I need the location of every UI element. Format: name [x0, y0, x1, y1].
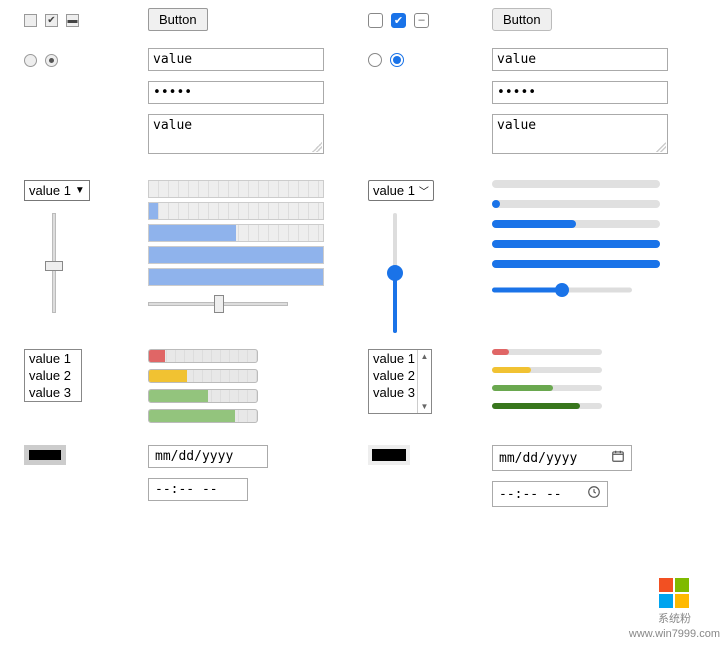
meter-old-green2 [148, 409, 258, 423]
time-input-new[interactable]: --:-- -- [492, 481, 608, 507]
scroll-up-icon[interactable]: ▲ [421, 352, 429, 361]
chevron-down-icon: ﹀ [419, 183, 429, 198]
slider-old-horizontal[interactable] [148, 294, 288, 314]
progress-old-100a [148, 246, 324, 264]
select-new[interactable]: value 1 ﹀ [368, 180, 434, 201]
progress-old-0 [148, 180, 324, 198]
slider-new-horizontal[interactable] [492, 280, 632, 300]
meter-old-yellow [148, 369, 258, 383]
select-new-label: value 1 [373, 183, 415, 198]
meter-old-red [148, 349, 258, 363]
radio-new-selected[interactable] [390, 53, 404, 67]
microsoft-logo-icon [659, 578, 689, 608]
text-input-old[interactable]: value [148, 48, 324, 71]
date-placeholder: mm/dd/yyyy [499, 451, 577, 466]
slider-thumb[interactable] [214, 295, 224, 313]
progress-new-50 [492, 220, 660, 228]
password-input-old[interactable]: ••••• [148, 81, 324, 104]
time-placeholder: --:-- -- [499, 487, 562, 502]
slider-thumb[interactable] [387, 265, 403, 281]
select-old[interactable]: value 1 ▼ [24, 180, 90, 201]
checkbox-new-checked[interactable]: ✔ [391, 13, 406, 28]
slider-fill [492, 288, 562, 293]
watermark-text: 系统粉 [658, 610, 691, 626]
meter-new-yellow [492, 367, 602, 373]
password-input-new[interactable]: ••••• [492, 81, 668, 104]
meter-old-green1 [148, 389, 258, 403]
slider-old-vertical[interactable] [24, 213, 84, 313]
listbox-option[interactable]: value 2 [25, 367, 81, 384]
textarea-old[interactable]: value [148, 114, 324, 154]
progress-old-50 [148, 224, 324, 242]
checkbox-new-unchecked[interactable] [368, 13, 383, 28]
time-input-old[interactable]: --:-- -- [148, 478, 248, 501]
slider-new-vertical[interactable] [380, 213, 410, 333]
button-new[interactable]: Button [492, 8, 552, 31]
date-placeholder: mm/dd/yyyy [155, 449, 233, 464]
meter-new-green1 [492, 385, 602, 391]
radio-old-selected[interactable] [45, 54, 58, 67]
progress-old-100b [148, 268, 324, 286]
listbox-option[interactable]: value 3 [25, 384, 81, 401]
progress-new-100a [492, 240, 660, 248]
textarea-new[interactable]: value [492, 114, 668, 154]
date-input-old[interactable]: mm/dd/yyyy [148, 445, 268, 468]
checkbox-old-checked[interactable]: ✔ [45, 14, 58, 27]
radio-new-unselected[interactable] [368, 53, 382, 67]
progress-old-5 [148, 202, 324, 220]
clock-icon[interactable] [587, 485, 601, 503]
progress-new-5 [492, 200, 660, 208]
select-old-label: value 1 [29, 183, 71, 198]
watermark: 系统粉 www.win7999.com [629, 578, 720, 640]
progress-new-100b [492, 260, 660, 268]
date-input-new[interactable]: mm/dd/yyyy [492, 445, 632, 471]
radio-old-unselected[interactable] [24, 54, 37, 67]
caret-down-icon: ▼ [75, 185, 85, 196]
listbox-option[interactable]: value 1 [25, 350, 81, 367]
slider-fill [393, 273, 397, 333]
watermark-url: www.win7999.com [629, 628, 720, 640]
meter-new-green2 [492, 403, 602, 409]
color-input-old[interactable] [24, 445, 66, 465]
scrollbar[interactable]: ▲ ▼ [417, 350, 431, 413]
slider-thumb[interactable] [555, 283, 569, 297]
listbox-old[interactable]: value 1 value 2 value 3 [24, 349, 82, 402]
checkbox-old-indeterminate[interactable]: ▬ [66, 14, 79, 27]
color-input-new[interactable] [368, 445, 410, 465]
meter-new-red [492, 349, 602, 355]
calendar-icon[interactable] [611, 449, 625, 467]
button-old[interactable]: Button [148, 8, 208, 31]
time-placeholder: --:-- -- [155, 482, 218, 497]
scroll-down-icon[interactable]: ▼ [421, 402, 429, 411]
text-input-new[interactable]: value [492, 48, 668, 71]
checkbox-new-indeterminate[interactable] [414, 13, 429, 28]
checkbox-old-unchecked[interactable] [24, 14, 37, 27]
listbox-new[interactable]: value 1 value 2 value 3 ▲ ▼ [368, 349, 432, 414]
slider-thumb[interactable] [45, 261, 63, 271]
progress-new-0 [492, 180, 660, 188]
